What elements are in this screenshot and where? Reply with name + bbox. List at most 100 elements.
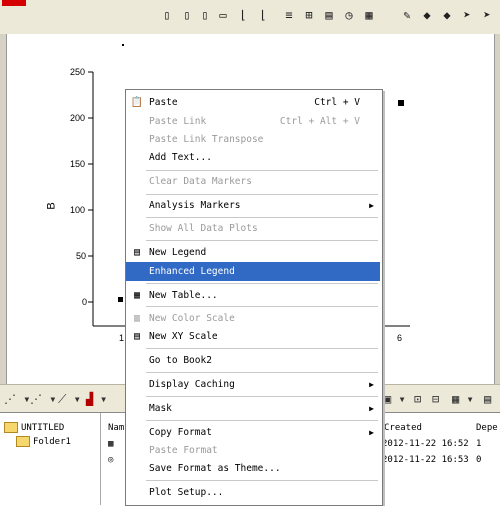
title-accent xyxy=(2,0,26,6)
color-scale-icon: ▥ xyxy=(133,313,141,324)
menu-item-new-legend[interactable]: ▤ New Legend xyxy=(126,243,380,262)
graph-icon: ◎ xyxy=(108,455,114,465)
y-tick-label: 250 xyxy=(70,67,86,77)
menu-item-add-text[interactable]: Add Text... xyxy=(126,148,380,167)
format-icon[interactable]: ⊟ xyxy=(432,392,439,406)
x-tick-label: 6 xyxy=(397,333,403,343)
grid-icon[interactable]: ▦ xyxy=(362,8,376,22)
menu-item-enhanced-legend[interactable]: Enhanced Legend xyxy=(126,262,380,281)
menu-item-label: Enhanced Legend xyxy=(149,266,235,277)
menu-separator xyxy=(146,372,378,373)
legend-icon: ▤ xyxy=(133,247,141,258)
format-icon[interactable]: ▤ xyxy=(484,392,491,406)
menu-item-label: Copy Format xyxy=(149,427,212,438)
format-icon[interactable]: ⊡ xyxy=(414,392,421,406)
menu-item-label: Display Caching xyxy=(149,379,235,390)
menu-item-paste-format[interactable]: Paste Format xyxy=(126,441,380,460)
menu-item-analysis-markers[interactable]: Analysis Markers ▶ xyxy=(126,196,380,215)
chart-icon[interactable]: ⌊ xyxy=(256,8,270,22)
explorer-divider xyxy=(100,413,101,505)
menu-item-clear-data-markers[interactable]: Clear Data Markers xyxy=(126,172,380,191)
menu-item-label: Analysis Markers xyxy=(149,200,241,211)
timer-icon[interactable]: ◷ xyxy=(342,8,356,22)
panel-icon[interactable]: ▯ xyxy=(180,8,194,22)
created-cell: 2012-11-22 16:52 xyxy=(382,439,469,449)
y-tick-label: 200 xyxy=(70,113,86,123)
tree-item-folder1[interactable]: Folder1 xyxy=(16,436,71,447)
column-header-created[interactable]: Created xyxy=(384,423,422,433)
menu-separator xyxy=(146,396,378,397)
y-axis xyxy=(88,71,94,326)
format-icon[interactable]: ▣ ▾ xyxy=(384,392,406,406)
frame-icon[interactable]: ▯ xyxy=(160,8,174,22)
menu-item-accelerator: Ctrl + V xyxy=(314,97,360,108)
menu-separator xyxy=(146,480,378,481)
created-cell: 2012-11-22 16:53 xyxy=(382,455,469,465)
menu-separator xyxy=(146,348,378,349)
menu-item-label: New Legend xyxy=(149,247,207,258)
table-icon: ▦ xyxy=(133,290,141,301)
chart-icon[interactable]: ▤ xyxy=(322,8,336,22)
line-plot-icon[interactable]: ⟋ ▾ xyxy=(58,392,81,407)
book-icon: ▦ xyxy=(108,439,114,449)
menu-item-new-table[interactable]: ▦ New Table... xyxy=(126,286,380,305)
bar-chart-icon[interactable]: ▟ xyxy=(86,392,93,406)
y-tick-label: 100 xyxy=(70,205,86,215)
top-toolbar: ▯ ▯ ▯ ▭ ⌊ ⌊ ≡ ⊞ ▤ ◷ ▦ ✎ ◆ ◆ ➤ ➤ xyxy=(0,0,500,35)
menu-item-label: Add Text... xyxy=(149,152,212,163)
chart-icon[interactable]: ▭ xyxy=(216,8,230,22)
menu-item-label: Clear Data Markers xyxy=(149,176,252,187)
menu-item-show-all-data-plots[interactable]: Show All Data Plots xyxy=(126,219,380,238)
tree-item-label: UNTITLED xyxy=(21,422,65,433)
menu-item-display-caching[interactable]: Display Caching ▶ xyxy=(126,375,380,394)
chart-icon[interactable]: ⊞ xyxy=(302,8,316,22)
menu-item-copy-format[interactable]: Copy Format ▶ xyxy=(126,423,380,442)
chart-icon[interactable]: ⌊ xyxy=(236,8,250,22)
line-style-icon[interactable]: ⋰ ▾ xyxy=(4,392,30,406)
dependents-cell: 1 xyxy=(476,439,482,449)
menu-item-plot-setup[interactable]: Plot Setup... xyxy=(126,483,380,502)
menu-item-paste[interactable]: 📋 Paste Ctrl + V xyxy=(126,93,380,112)
y-tick-label: 0 xyxy=(82,297,88,307)
data-point[interactable] xyxy=(398,100,404,106)
menu-item-new-color-scale[interactable]: ▥ New Color Scale xyxy=(126,309,380,328)
column-header-dependents[interactable]: Depe xyxy=(476,423,498,433)
panel-icon[interactable]: ▯ xyxy=(198,8,212,22)
menu-item-paste-link[interactable]: Paste Link Ctrl + Alt + V xyxy=(126,112,380,131)
menu-item-save-format-as-theme[interactable]: Save Format as Theme... xyxy=(126,459,380,478)
xy-scale-icon: ▤ xyxy=(133,331,141,342)
arrow-icon[interactable]: ➤ xyxy=(460,8,474,22)
data-point[interactable] xyxy=(118,297,123,302)
menu-item-label: New Color Scale xyxy=(149,313,235,324)
context-menu: 📋 Paste Ctrl + V Paste Link Ctrl + Alt +… xyxy=(125,89,383,506)
menu-separator xyxy=(146,283,378,284)
dropdown-icon[interactable]: ▾ xyxy=(100,392,107,406)
menu-item-go-to-book2[interactable]: Go to Book2 xyxy=(126,351,380,370)
grid-icon[interactable]: ▦ ▾ xyxy=(452,392,474,406)
menu-item-label: Paste Link xyxy=(149,116,207,127)
submenu-arrow-icon: ▶ xyxy=(369,404,374,413)
menu-separator xyxy=(146,240,378,241)
menu-item-label: New XY Scale xyxy=(149,331,218,342)
shape-icon[interactable]: ◆ xyxy=(440,8,454,22)
submenu-arrow-icon: ▶ xyxy=(369,428,374,437)
menu-item-label: Show All Data Plots xyxy=(149,223,258,234)
shape-icon[interactable]: ◆ xyxy=(420,8,434,22)
menu-item-paste-link-transpose[interactable]: Paste Link Transpose xyxy=(126,130,380,149)
menu-separator xyxy=(146,170,378,171)
menu-item-new-xy-scale[interactable]: ▤ New XY Scale xyxy=(126,327,380,346)
menu-separator xyxy=(146,420,378,421)
brush-icon[interactable]: ✎ xyxy=(400,8,414,22)
x-tick-label: 1 xyxy=(119,333,125,343)
folder-icon xyxy=(16,436,30,447)
menu-item-mask[interactable]: Mask ▶ xyxy=(126,399,380,418)
stack-icon[interactable]: ≡ xyxy=(282,8,296,22)
arrow-icon[interactable]: ➤ xyxy=(480,8,494,22)
paste-icon: 📋 xyxy=(130,97,144,108)
tree-item-untitled[interactable]: UNTITLED xyxy=(4,422,64,433)
dependents-cell: 0 xyxy=(476,455,482,465)
column-header-name[interactable]: Nam xyxy=(108,423,124,433)
y-tick-label: 50 xyxy=(76,251,87,261)
menu-item-label: Paste Format xyxy=(149,445,218,456)
scatter-style-icon[interactable]: ⋰ ▾ xyxy=(30,392,56,406)
